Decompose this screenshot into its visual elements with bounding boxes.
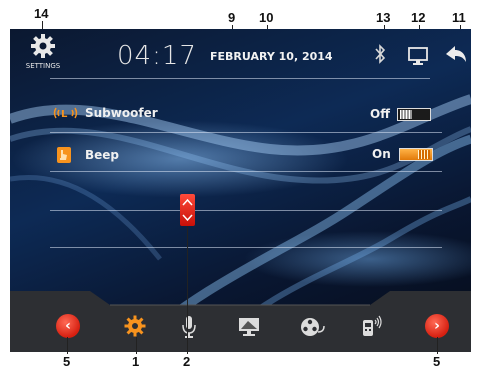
display-monitor-icon[interactable] <box>406 45 430 67</box>
divider-line <box>50 78 430 79</box>
status-bar: SETTINGS 04:17 FEBRUARY 10, 2014 <box>10 29 471 79</box>
subwoofer-label: Subwoofer <box>85 106 158 120</box>
callout-5-left-line <box>67 337 68 354</box>
film-reel-icon[interactable] <box>300 316 326 338</box>
callout-5-right-line <box>437 337 438 354</box>
next-page-button[interactable]: › <box>425 314 449 338</box>
phone-signal-icon[interactable] <box>360 314 384 338</box>
divider-line <box>50 132 442 133</box>
callout-5-right: 5 <box>433 354 441 369</box>
chevron-up-down-icon <box>182 198 193 222</box>
callout-13: 13 <box>376 10 391 25</box>
callout-12: 12 <box>411 10 426 25</box>
toggle-knob <box>400 110 412 119</box>
svg-text:L: L <box>61 109 68 120</box>
callout-2: 2 <box>183 354 191 369</box>
scroll-handle[interactable] <box>180 194 195 226</box>
callout-2-line <box>187 226 188 354</box>
beep-toggle[interactable] <box>399 148 433 161</box>
callout-1: 1 <box>132 354 140 369</box>
divider-line <box>50 171 442 172</box>
bottom-dock: ‹ › <box>10 291 471 352</box>
head-unit-screen: SETTINGS 04:17 FEBRUARY 10, 2014 L Subwo… <box>10 29 471 352</box>
subwoofer-icon: L <box>53 107 78 120</box>
clock-time: 04:17 <box>117 41 197 71</box>
prev-page-button[interactable]: ‹ <box>56 314 80 338</box>
microphone-icon[interactable] <box>181 315 197 339</box>
beep-icon <box>57 147 71 163</box>
callout-14: 14 <box>34 6 49 21</box>
beep-label: Beep <box>85 148 120 162</box>
settings-label[interactable]: SETTINGS <box>20 62 66 70</box>
settings-gear-icon[interactable] <box>30 33 56 59</box>
date-display: FEBRUARY 10, 2014 <box>210 50 333 63</box>
settings-gear-icon[interactable] <box>124 315 146 337</box>
subwoofer-state-text: Off <box>370 107 390 121</box>
divider-line <box>50 210 442 211</box>
back-arrow-icon[interactable] <box>444 43 468 65</box>
toggle-knob <box>418 150 430 159</box>
divider-line <box>50 247 442 248</box>
callout-10: 10 <box>259 10 274 25</box>
beep-state-text: On <box>372 147 391 161</box>
callout-5-left: 5 <box>63 354 71 369</box>
subwoofer-toggle[interactable] <box>397 108 431 121</box>
bluetooth-icon <box>375 44 386 64</box>
monitor-icon[interactable] <box>238 317 260 337</box>
callout-1-line <box>136 337 137 354</box>
callout-11: 11 <box>452 10 466 25</box>
callout-9: 9 <box>228 10 236 25</box>
